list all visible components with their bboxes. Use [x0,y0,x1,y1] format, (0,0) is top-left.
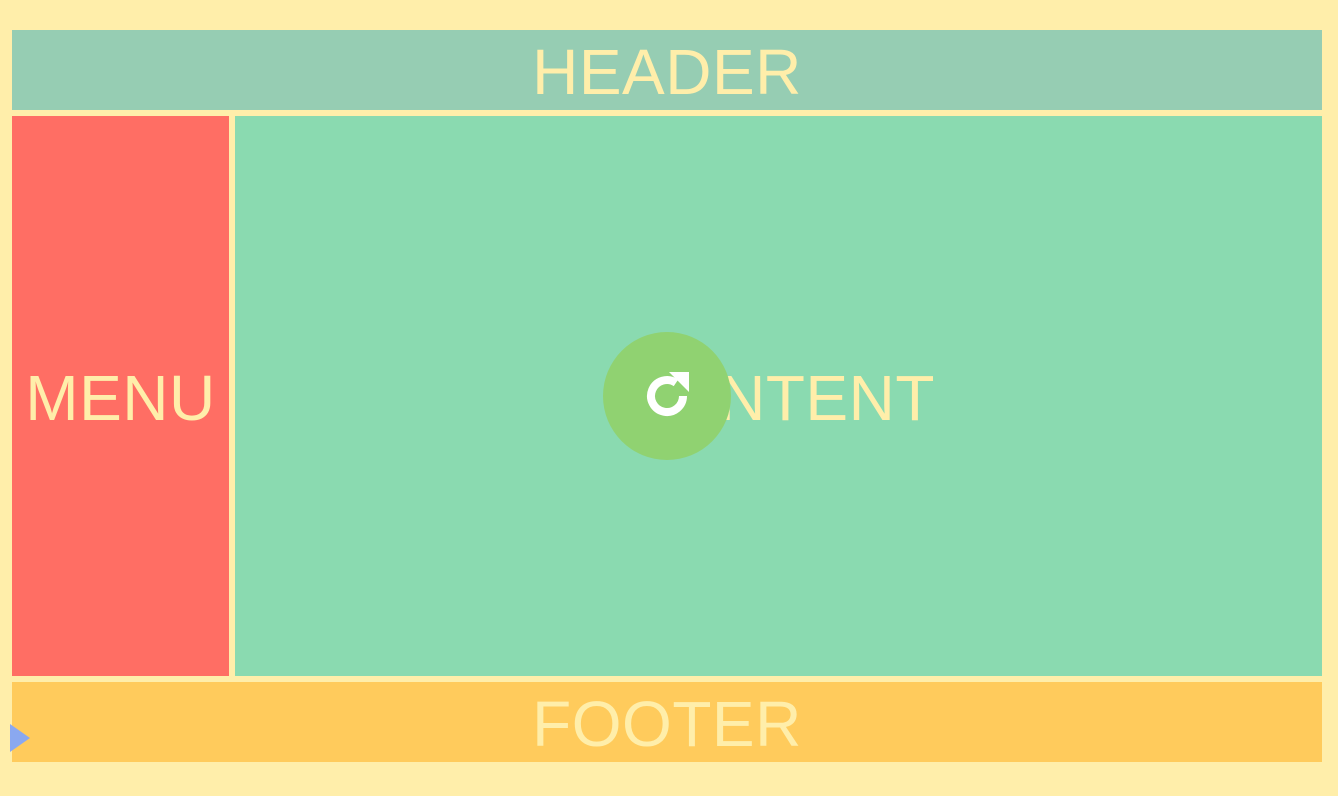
header-region: HEADER [12,30,1322,110]
cursor-icon [10,724,30,752]
content-region: CONTENT [235,116,1322,676]
header-label: HEADER [532,36,802,108]
footer-region: FOOTER [12,682,1322,762]
reload-icon [647,372,689,416]
footer-label: FOOTER [532,688,802,760]
menu-label: MENU [25,362,216,434]
menu-region: MENU [12,116,229,676]
reload-button[interactable] [603,332,731,460]
